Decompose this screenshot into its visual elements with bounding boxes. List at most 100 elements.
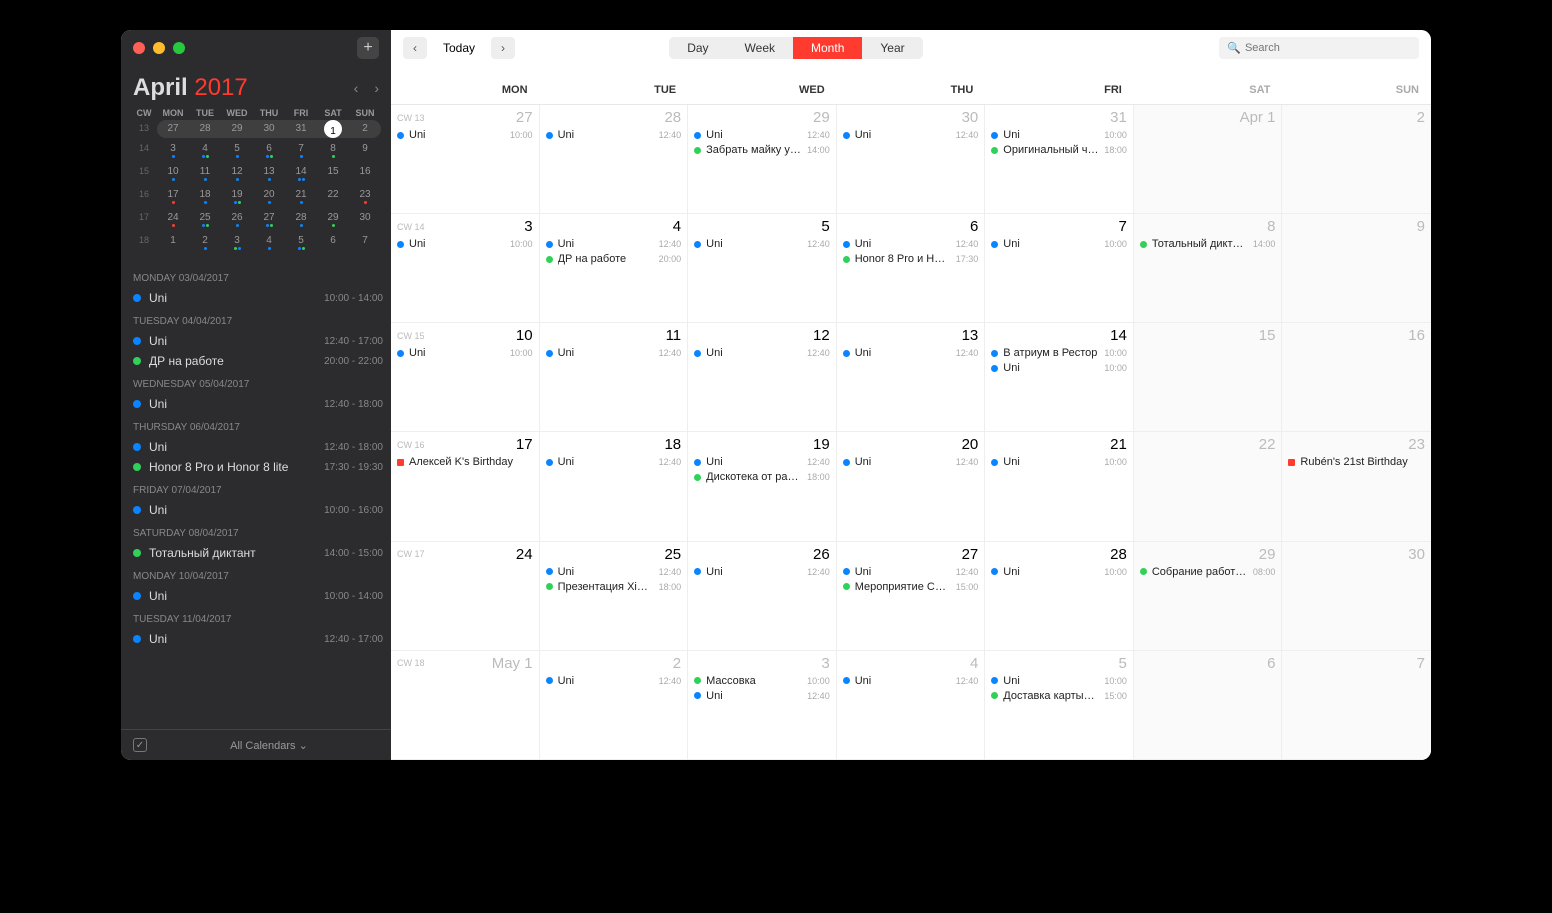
day-cell[interactable]: 31Uni10:00Оригинальный ч…18:00: [985, 105, 1134, 213]
calendar-event[interactable]: Uni12:40: [694, 566, 830, 578]
mini-day[interactable]: 27: [157, 120, 189, 138]
calendar-event[interactable]: Uni10:00: [991, 675, 1127, 687]
mini-day[interactable]: 10: [157, 163, 189, 184]
add-event-button[interactable]: +: [357, 37, 379, 59]
day-cell[interactable]: 19Uni12:40Дискотека от ра…18:00: [688, 432, 837, 540]
mini-day[interactable]: 6: [253, 140, 285, 161]
calendar-event[interactable]: Оригинальный ч…18:00: [991, 144, 1127, 156]
calendar-event[interactable]: Uni12:40: [843, 129, 979, 141]
calendar-event[interactable]: Uni12:40: [843, 347, 979, 359]
view-month[interactable]: Month: [793, 37, 862, 59]
mini-day[interactable]: 19: [221, 186, 253, 207]
mini-day[interactable]: 14: [285, 163, 317, 184]
mini-day[interactable]: 13: [253, 163, 285, 184]
day-cell[interactable]: 20Uni12:40: [837, 432, 986, 540]
mini-day[interactable]: 6: [317, 232, 349, 253]
view-week[interactable]: Week: [727, 37, 793, 59]
calendar-event[interactable]: Uni10:00: [991, 238, 1127, 250]
mini-day[interactable]: 22: [317, 186, 349, 207]
calendar-event[interactable]: Мероприятие Са…15:00: [843, 581, 979, 593]
day-cell[interactable]: 14В атриум в Рестор10:00Uni10:00: [985, 323, 1134, 431]
mini-day[interactable]: 29: [317, 209, 349, 230]
day-cell[interactable]: CW 1724: [391, 542, 540, 650]
mini-day[interactable]: 1: [324, 120, 342, 138]
mini-day[interactable]: 18: [189, 186, 221, 207]
mini-day[interactable]: 16: [349, 163, 381, 184]
calendar-event[interactable]: Uni12:40: [694, 456, 830, 468]
day-cell[interactable]: 23Rubén's 21st Birthday: [1282, 432, 1431, 540]
day-cell[interactable]: CW 1327Uni10:00: [391, 105, 540, 213]
day-cell[interactable]: CW 18May 1: [391, 651, 540, 759]
day-cell[interactable]: 30: [1282, 542, 1431, 650]
day-cell[interactable]: 5Uni10:00Доставка карты…15:00: [985, 651, 1134, 759]
day-cell[interactable]: CW 143Uni10:00: [391, 214, 540, 322]
day-cell[interactable]: 28Uni12:40: [540, 105, 689, 213]
agenda-event[interactable]: Тотальный диктант14:00 - 15:00: [133, 543, 383, 563]
view-day[interactable]: Day: [669, 37, 726, 59]
calendar-event[interactable]: Uni12:40: [546, 129, 682, 141]
day-cell[interactable]: 22: [1134, 432, 1283, 540]
mini-day[interactable]: 30: [253, 120, 285, 138]
agenda-event[interactable]: Uni12:40 - 17:00: [133, 629, 383, 649]
day-cell[interactable]: 18Uni12:40: [540, 432, 689, 540]
mini-day[interactable]: 7: [285, 140, 317, 161]
mini-day[interactable]: 3: [157, 140, 189, 161]
mini-day[interactable]: 9: [349, 140, 381, 161]
calendar-event[interactable]: Uni12:40: [694, 347, 830, 359]
calendar-event[interactable]: Массовка10:00: [694, 675, 830, 687]
mini-day[interactable]: 3: [221, 232, 253, 253]
mini-day[interactable]: 5: [221, 140, 253, 161]
view-year[interactable]: Year: [862, 37, 922, 59]
search-input[interactable]: [1219, 37, 1419, 59]
mini-day[interactable]: 20: [253, 186, 285, 207]
agenda-event[interactable]: Honor 8 Pro и Honor 8 lite17:30 - 19:30: [133, 457, 383, 477]
mini-day[interactable]: 26: [221, 209, 253, 230]
calendar-event[interactable]: Uni12:40: [843, 238, 979, 250]
mini-day[interactable]: 28: [285, 209, 317, 230]
mini-day[interactable]: 17: [157, 186, 189, 207]
prev-button[interactable]: ‹: [403, 37, 427, 59]
agenda-event[interactable]: Uni12:40 - 17:00: [133, 331, 383, 351]
calendar-event[interactable]: Дискотека от ра…18:00: [694, 471, 830, 483]
day-cell[interactable]: 7Uni10:00: [985, 214, 1134, 322]
calendar-event[interactable]: Uni10:00: [397, 129, 533, 141]
day-cell[interactable]: 4Uni12:40: [837, 651, 986, 759]
calendar-event[interactable]: Uni10:00: [991, 362, 1127, 374]
minimize-icon[interactable]: [153, 42, 165, 54]
calendar-event[interactable]: Собрание работ…08:00: [1140, 566, 1276, 578]
day-cell[interactable]: 6Uni12:40Honor 8 Pro и Ho…17:30: [837, 214, 986, 322]
tasks-toggle[interactable]: ✓: [133, 738, 147, 752]
calendar-event[interactable]: Uni12:40: [546, 675, 682, 687]
mini-day[interactable]: 4: [253, 232, 285, 253]
mini-day[interactable]: 11: [189, 163, 221, 184]
mini-day[interactable]: 24: [157, 209, 189, 230]
calendar-event[interactable]: Uni12:40: [843, 566, 979, 578]
calendar-event[interactable]: Honor 8 Pro и Ho…17:30: [843, 253, 979, 265]
calendar-event[interactable]: Uni12:40: [843, 675, 979, 687]
mini-day[interactable]: 2: [349, 120, 381, 138]
day-cell[interactable]: 29Собрание работ…08:00: [1134, 542, 1283, 650]
day-cell[interactable]: 25Uni12:40Презентация Xia…18:00: [540, 542, 689, 650]
calendar-event[interactable]: Uni12:40: [694, 238, 830, 250]
calendar-event[interactable]: В атриум в Рестор10:00: [991, 347, 1127, 359]
calendar-event[interactable]: Uni10:00: [397, 238, 533, 250]
mini-day[interactable]: 28: [189, 120, 221, 138]
agenda-event[interactable]: Uni12:40 - 18:00: [133, 394, 383, 414]
day-cell[interactable]: 2Uni12:40: [540, 651, 689, 759]
day-cell[interactable]: CW 1617Алексей K's Birthday: [391, 432, 540, 540]
calendar-event[interactable]: Uni12:40: [546, 456, 682, 468]
day-cell[interactable]: CW 1510Uni10:00: [391, 323, 540, 431]
calendar-event[interactable]: Uni12:40: [694, 690, 830, 702]
calendar-event[interactable]: ДР на работе20:00: [546, 253, 682, 265]
agenda-event[interactable]: Uni10:00 - 14:00: [133, 586, 383, 606]
day-cell[interactable]: 4Uni12:40ДР на работе20:00: [540, 214, 689, 322]
calendar-event[interactable]: Uni12:40: [694, 129, 830, 141]
day-cell[interactable]: 5Uni12:40: [688, 214, 837, 322]
mini-day[interactable]: 5: [285, 232, 317, 253]
calendar-event[interactable]: Uni10:00: [991, 456, 1127, 468]
calendar-event[interactable]: Uni10:00: [397, 347, 533, 359]
mini-day[interactable]: 31: [285, 120, 317, 138]
day-cell[interactable]: 29Uni12:40Забрать майку у…14:00: [688, 105, 837, 213]
day-cell[interactable]: 3Массовка10:00Uni12:40: [688, 651, 837, 759]
agenda-event[interactable]: ДР на работе20:00 - 22:00: [133, 351, 383, 371]
